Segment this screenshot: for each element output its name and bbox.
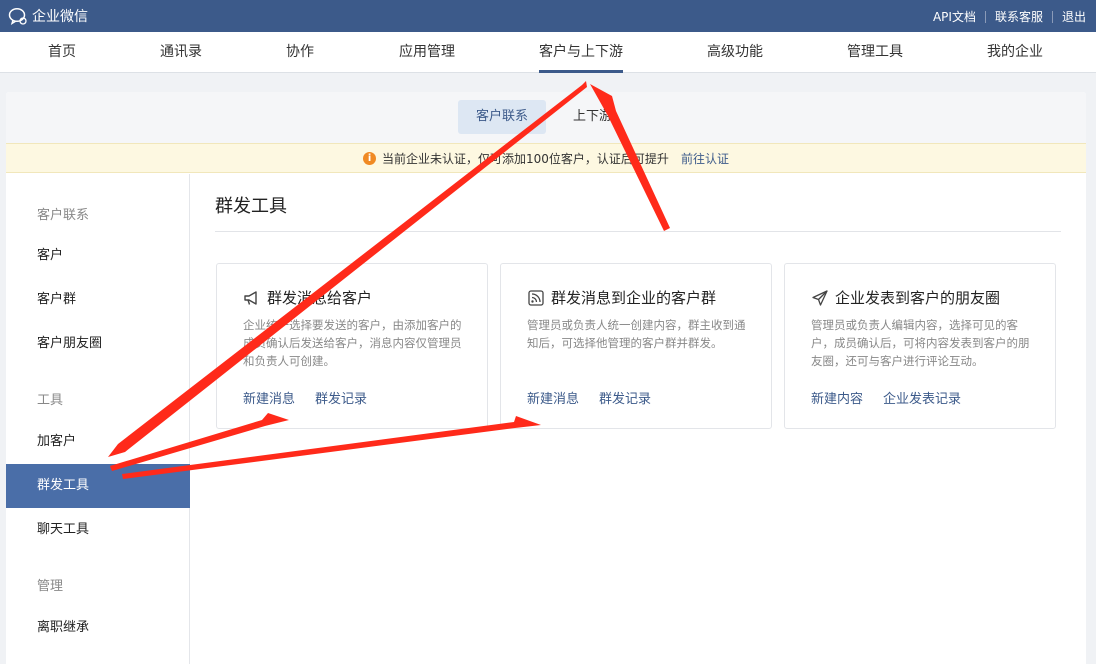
warning-icon: i: [363, 151, 377, 165]
card-title: 企业发表到客户的朋友圈: [835, 289, 1001, 307]
card-mass-message-groups: 群发消息到企业的客户群 管理员或负责人统一创建内容，群主收到通知后，可选择他管理…: [500, 263, 772, 429]
wecom-logo-icon: [8, 7, 27, 26]
tab-customer-contact[interactable]: 客户联系: [458, 100, 547, 134]
new-message-link[interactable]: 新建消息: [243, 388, 295, 407]
card-header: 企业发表到客户的朋友圈: [811, 287, 1000, 308]
card-post-to-moments: 企业发表到客户的朋友圈 管理员或负责人编辑内容，选择可见的客户，成员确认后，可将…: [784, 263, 1056, 429]
top-links: API文档 联系客服 退出: [933, 8, 1086, 25]
sidebar: 客户联系 客户 客户群 客户朋友圈 工具 加客户 群发工具 聊天工具 管理 离职…: [6, 174, 190, 664]
content-area: 群发工具 群发消息给客户 企业统一选择要发送的客户，由添加客户的成员确认后发送给…: [191, 174, 1086, 664]
sidebar-item-customer-groups[interactable]: 客户群: [6, 278, 190, 322]
card-links: 新建消息 群发记录: [243, 388, 367, 407]
nav-my-company[interactable]: 我的企业: [987, 32, 1043, 72]
nav-home[interactable]: 首页: [48, 32, 76, 72]
main-nav: 首页 通讯录 协作 应用管理 客户与上下游 高级功能 管理工具 我的企业: [0, 32, 1096, 73]
divider: [1051, 10, 1053, 23]
send-history-link[interactable]: 群发记录: [315, 388, 367, 407]
card-title: 群发消息到企业的客户群: [551, 289, 717, 307]
tab-upstream-downstream[interactable]: 上下游: [555, 100, 630, 134]
page-title: 群发工具: [215, 196, 287, 217]
new-content-link[interactable]: 新建内容: [811, 388, 863, 407]
notice-text: 当前企业未认证，仅可添加100位客户，认证后可提升: [382, 151, 669, 166]
contact-support-link[interactable]: 联系客服: [995, 8, 1043, 25]
sidebar-item-moments[interactable]: 客户朋友圈: [6, 322, 190, 366]
card-description: 管理员或负责人编辑内容，选择可见的客户，成员确认后，可将内容发表到客户的朋友圈，…: [811, 318, 1030, 368]
nav-management-tools[interactable]: 管理工具: [847, 32, 903, 72]
verify-link[interactable]: 前往认证: [681, 150, 729, 167]
nav-collaboration[interactable]: 协作: [286, 32, 314, 72]
api-docs-link[interactable]: API文档: [933, 8, 976, 25]
top-bar: 企业微信 API文档 联系客服 退出: [0, 0, 1096, 32]
card-title: 群发消息给客户: [267, 289, 373, 307]
divider: [984, 10, 986, 23]
nav-app-management[interactable]: 应用管理: [399, 32, 455, 72]
verification-notice: i 当前企业未认证，仅可添加100位客户，认证后可提升 前往认证: [6, 143, 1086, 173]
send-history-link[interactable]: 群发记录: [599, 388, 651, 407]
new-message-link[interactable]: 新建消息: [527, 388, 579, 407]
megaphone-icon: [244, 290, 257, 305]
sidebar-item-chat-tools[interactable]: 聊天工具: [6, 508, 190, 552]
nav-advanced[interactable]: 高级功能: [707, 32, 763, 72]
sidebar-group-management: 管理: [37, 579, 64, 594]
paper-plane-icon: [812, 289, 828, 306]
app-title: 企业微信: [32, 9, 88, 25]
sidebar-group-tools: 工具: [37, 393, 64, 408]
card-links: 新建内容 企业发表记录: [811, 388, 961, 407]
sidebar-item-resignation-inheritance[interactable]: 离职继承: [6, 606, 190, 650]
card-header: 群发消息到企业的客户群: [527, 287, 716, 308]
logout-link[interactable]: 退出: [1062, 8, 1086, 25]
sidebar-item-mass-messaging[interactable]: 群发工具: [6, 464, 190, 508]
sidebar-group-customer-contact: 客户联系: [37, 208, 90, 223]
post-history-link[interactable]: 企业发表记录: [883, 388, 961, 407]
nav-customers-partners[interactable]: 客户与上下游: [539, 32, 623, 73]
divider: [215, 231, 1061, 232]
nav-contacts[interactable]: 通讯录: [160, 32, 202, 72]
sub-tabs: 客户联系 上下游: [6, 92, 1086, 143]
sidebar-item-add-customer[interactable]: 加客户: [6, 420, 190, 464]
sidebar-item-customers[interactable]: 客户: [6, 234, 190, 278]
card-links: 新建消息 群发记录: [527, 388, 651, 407]
broadcast-icon: [528, 289, 544, 306]
card-mass-message-customers: 群发消息给客户 企业统一选择要发送的客户，由添加客户的成员确认后发送给客户，消息…: [216, 263, 488, 429]
main-panel: 客户联系 上下游 i 当前企业未认证，仅可添加100位客户，认证后可提升 前往认…: [6, 92, 1086, 664]
app-logo[interactable]: 企业微信: [8, 6, 88, 26]
card-description: 企业统一选择要发送的客户，由添加客户的成员确认后发送给客户，消息内容仅管理员和负…: [243, 318, 462, 368]
card-description: 管理员或负责人统一创建内容，群主收到通知后，可选择他管理的客户群并群发。: [527, 318, 746, 350]
card-header: 群发消息给客户: [243, 287, 372, 308]
